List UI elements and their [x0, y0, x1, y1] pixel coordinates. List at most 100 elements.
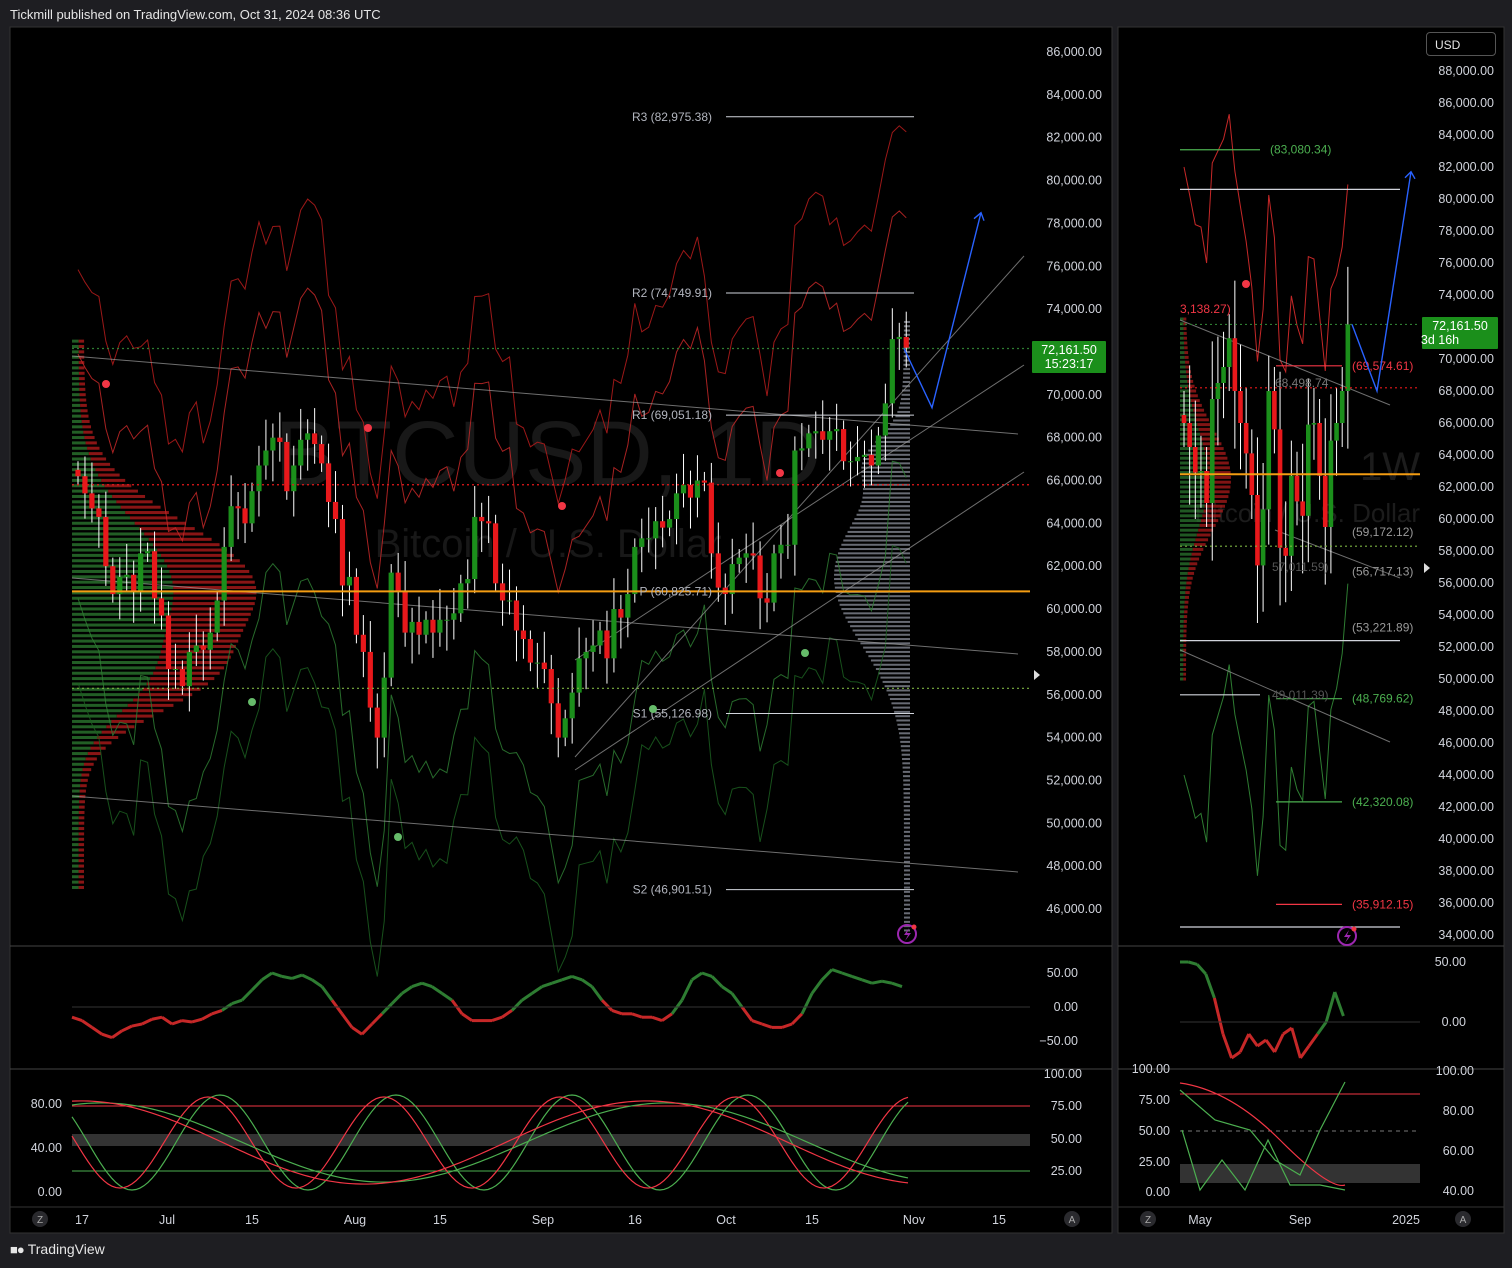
right-auto-button[interactable]: A [1455, 1211, 1471, 1227]
profile-bar [900, 402, 910, 405]
profile-bar [1185, 370, 1191, 374]
profile-bar [171, 607, 253, 611]
time-tick-label: May [1188, 1213, 1212, 1227]
right-level-label: (83,080.34) [1270, 143, 1331, 157]
profile-bar [1180, 557, 1191, 561]
profile-bar [1180, 485, 1208, 489]
price-tick-label: 60,000.00 [1438, 512, 1494, 526]
profile-bar [860, 505, 910, 508]
profile-bar [1180, 663, 1184, 667]
candle [353, 576, 359, 635]
profile-bar [111, 719, 144, 723]
profile-bar [72, 377, 80, 381]
oscillator-tick: −50.00 [1039, 1034, 1078, 1048]
profile-bar [1191, 552, 1202, 556]
price-tick-label: 84,000.00 [1438, 128, 1494, 142]
profile-bar [164, 559, 240, 563]
profile-bar [72, 880, 79, 884]
profile-bar [72, 489, 109, 493]
profile-bar [1180, 379, 1188, 383]
profile-bar [1183, 336, 1187, 340]
profile-bar [903, 826, 910, 829]
profile-bar [1205, 451, 1226, 455]
profile-bar [1180, 365, 1186, 369]
candle [145, 551, 151, 554]
profile-bar [1180, 615, 1184, 619]
profile-bar [79, 382, 86, 386]
profile-bar [901, 753, 910, 756]
currency-selector[interactable]: USD [1426, 32, 1496, 56]
signal-dot [801, 649, 809, 657]
profile-bar [72, 832, 79, 836]
profile-bar [72, 703, 128, 707]
footer-brand[interactable]: ■● TradingView [10, 1241, 105, 1257]
left-last-price: 72,161.50 [1041, 343, 1097, 357]
profile-bar [1180, 475, 1209, 479]
profile-bar [72, 800, 80, 804]
profile-bar [1188, 567, 1196, 571]
right-level-label: (42,320.08) [1352, 795, 1413, 809]
stoch-mid-band [72, 1134, 1030, 1146]
price-tick-label: 64,000.00 [1046, 516, 1102, 530]
candle [632, 546, 638, 595]
profile-bar [834, 582, 910, 585]
profile-bar [72, 671, 154, 675]
profile-bar [862, 492, 910, 495]
profile-bar [112, 494, 146, 498]
footer-brand-label: TradingView [27, 1241, 105, 1257]
profile-bar [85, 441, 97, 445]
candle [611, 609, 617, 659]
candle [1243, 423, 1249, 454]
profile-bar [1180, 447, 1205, 451]
profile-bar [878, 672, 910, 675]
profile-bar [897, 723, 910, 726]
left-auto-button[interactable]: A [1064, 1211, 1080, 1227]
profile-bar [893, 419, 910, 422]
profile-bar [903, 830, 910, 833]
profile-bar [1184, 595, 1190, 599]
candle [1198, 471, 1204, 473]
price-tick-label: 38,000.00 [1438, 864, 1494, 878]
profile-bar [868, 655, 910, 658]
candle [1193, 447, 1198, 473]
profile-bar [79, 800, 85, 804]
profile-bar [78, 344, 85, 348]
stoch-mid-band [1180, 1164, 1420, 1183]
profile-bar [72, 382, 80, 386]
candle [360, 634, 366, 652]
profile-bar [1180, 672, 1184, 676]
profile-bar [72, 843, 79, 847]
profile-bar [903, 325, 910, 328]
candle [221, 546, 227, 601]
profile-bar [167, 564, 245, 568]
profile-bar [72, 784, 81, 788]
right-level-label: 3,138.27) [1180, 302, 1231, 316]
profile-bar [1201, 519, 1219, 523]
candle [653, 521, 659, 539]
profile-bar [144, 532, 204, 536]
price-tick-label: 34,000.00 [1438, 928, 1494, 942]
profile-bar [125, 511, 169, 515]
profile-bar [1198, 528, 1214, 532]
profile-bar [72, 644, 163, 648]
profile-bar [1183, 327, 1187, 331]
price-tick-label: 78,000.00 [1438, 224, 1494, 238]
time-tick-label: 15 [433, 1213, 447, 1227]
profile-bar [1180, 355, 1185, 359]
price-tick-label: 56,000.00 [1046, 688, 1102, 702]
profile-bar [862, 479, 910, 482]
candle [834, 429, 840, 432]
signal-dot [248, 698, 256, 706]
profile-bar [841, 543, 910, 546]
profile-bar [1180, 581, 1187, 585]
left-price-axis[interactable]: 86,000.00 84,000.00 82,000.00 80,000.00 78,0… [1046, 45, 1102, 916]
candle [124, 574, 130, 577]
profile-bar [1180, 667, 1184, 671]
candle [583, 651, 589, 659]
profile-bar [903, 848, 910, 851]
profile-bar [903, 873, 910, 876]
right-level-label: (59,172.12) [1352, 525, 1413, 539]
right-zoom-button[interactable]: Z [1140, 1211, 1156, 1227]
left-zoom-button[interactable]: Z [32, 1211, 48, 1227]
profile-bar [148, 537, 212, 541]
